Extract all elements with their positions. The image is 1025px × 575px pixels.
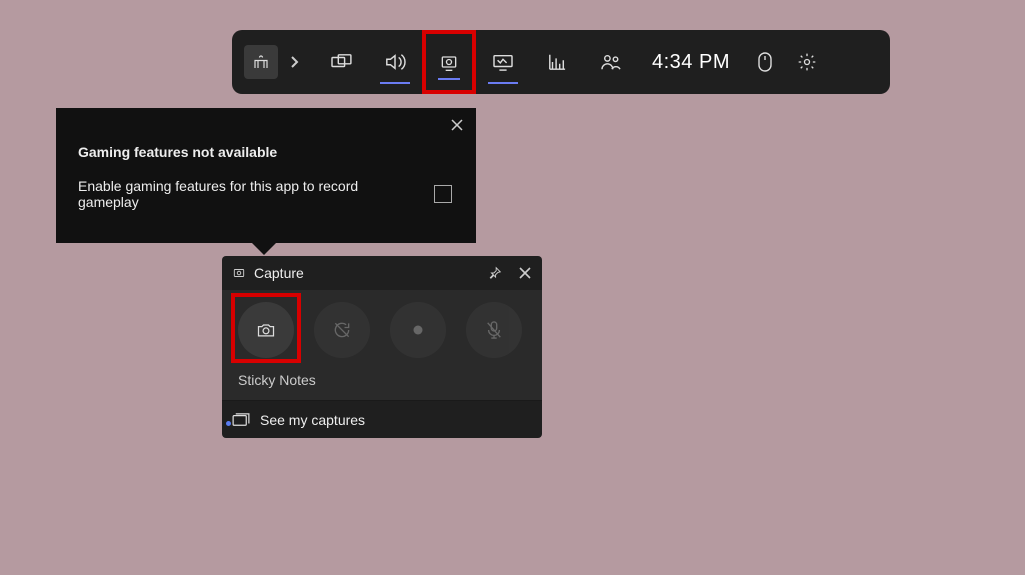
title-bar-strip: [0, 0, 1025, 30]
gallery-icon: [232, 413, 250, 427]
performance-button[interactable]: [476, 30, 530, 94]
tooltip-close-button[interactable]: [450, 118, 464, 132]
people-icon: [600, 53, 622, 71]
widgets-icon: [330, 53, 352, 71]
see-captures-button[interactable]: See my captures: [222, 400, 542, 438]
capture-panel: Capture Sticky Notes: [222, 256, 542, 438]
pin-icon: [488, 266, 502, 280]
close-icon: [518, 266, 532, 280]
xbox-social-button[interactable]: [584, 30, 638, 94]
screenshot-button[interactable]: [238, 302, 294, 358]
mouse-icon: [757, 51, 773, 73]
mouse-settings-button[interactable]: [744, 30, 786, 94]
record-last-button[interactable]: [314, 302, 370, 358]
start-recording-button[interactable]: [390, 302, 446, 358]
see-captures-label: See my captures: [260, 412, 365, 428]
gaming-features-tooltip: Gaming features not available Enable gam…: [56, 108, 476, 243]
tooltip-arrow: [252, 243, 276, 255]
pin-button[interactable]: [488, 266, 502, 280]
gear-icon: [797, 52, 817, 72]
resources-button[interactable]: [530, 30, 584, 94]
speaker-icon: [384, 52, 406, 72]
game-bar-toolbar: 4:34 PM: [232, 30, 890, 94]
capture-title: Capture: [254, 265, 304, 281]
xbox-home-icon: [252, 53, 270, 71]
tooltip-message: Enable gaming features for this app to r…: [78, 178, 418, 210]
audio-button[interactable]: [368, 30, 422, 94]
mic-off-icon: [485, 320, 503, 340]
display-icon: [492, 53, 514, 71]
expand-toolbar-button[interactable]: [282, 55, 306, 69]
mic-toggle-button[interactable]: [466, 302, 522, 358]
tooltip-title: Gaming features not available: [78, 144, 458, 160]
close-icon: [450, 118, 464, 132]
widget-menu-button[interactable]: [314, 30, 368, 94]
home-button[interactable]: [244, 45, 278, 79]
bar-chart-icon: [547, 53, 567, 71]
settings-button[interactable]: [786, 30, 828, 94]
rewind-icon: [332, 320, 352, 340]
record-dot-icon: [412, 324, 424, 336]
chevron-right-icon: [289, 55, 299, 69]
enable-gaming-checkbox[interactable]: [434, 185, 452, 203]
clock: 4:34 PM: [638, 51, 744, 74]
capture-header: Capture: [222, 256, 542, 290]
capture-button[interactable]: [422, 30, 476, 94]
capture-icon: [439, 52, 459, 72]
camera-icon: [256, 321, 276, 339]
capture-close-button[interactable]: [518, 266, 532, 280]
capture-app-name: Sticky Notes: [238, 372, 534, 388]
capture-header-icon: [232, 266, 246, 280]
